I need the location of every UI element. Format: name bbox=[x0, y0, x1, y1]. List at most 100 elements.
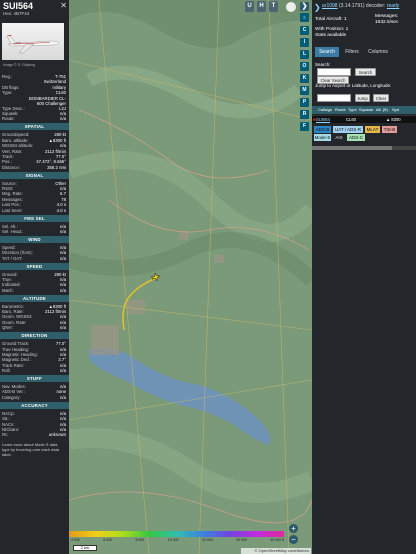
sidebar-header: SUI564 Hex: 4B7F44 ✕ bbox=[0, 0, 69, 19]
db-flags-label: DB flags: bbox=[2, 84, 20, 90]
chevron-down-icon[interactable]: ≡ bbox=[300, 13, 309, 22]
version-link[interactable]: ar1098 bbox=[322, 3, 338, 9]
map-button-m[interactable]: M bbox=[300, 86, 309, 95]
map-button-l[interactable]: L bbox=[300, 50, 309, 59]
spatial-row-value: 280 kt bbox=[54, 132, 66, 138]
direction-row: Track Rate: n/a bbox=[2, 363, 66, 368]
decoder-status-link[interactable]: ready bbox=[387, 3, 400, 9]
map-attribution[interactable]: © OpenStreetMap contributors. bbox=[241, 548, 311, 554]
search-input[interactable] bbox=[317, 68, 351, 76]
squawk-value: n/a bbox=[60, 111, 66, 116]
aircraft-type-value: CL60 bbox=[55, 90, 66, 96]
section-accuracy[interactable]: ACCURACY bbox=[0, 401, 69, 409]
section-spatial[interactable]: SPATIAL bbox=[0, 123, 69, 131]
stuff-row-label: ADS-B Ver.: bbox=[2, 389, 25, 395]
stuff-row-label: Category: bbox=[2, 394, 21, 400]
wind-row: Speed: n/a bbox=[2, 245, 66, 250]
row-callsign[interactable]: SUI564 bbox=[316, 116, 346, 123]
stuff-row-value: none bbox=[56, 389, 66, 395]
map-button-o[interactable]: O bbox=[300, 62, 309, 71]
spatial-row: Vert. Rate: 2112 ft/min bbox=[2, 149, 66, 154]
aircraft-photo[interactable] bbox=[2, 23, 64, 60]
spatial-row-label: Vert. Rate: bbox=[2, 148, 23, 154]
signal-row: Last Pos.: 4.0 s bbox=[2, 202, 66, 207]
section-altitude[interactable]: ALTITUDE bbox=[0, 294, 69, 302]
photo-credit: Image © G. Rajberg bbox=[3, 63, 36, 67]
signal-row-value: Other bbox=[55, 180, 66, 186]
spatial-row-label: Groundspeed: bbox=[2, 132, 30, 138]
signal-row-value: n/a bbox=[60, 186, 66, 191]
spatial-row: Distance: 358.2 nmi bbox=[2, 165, 66, 170]
chevron-right-icon[interactable]: ❯ bbox=[314, 3, 321, 12]
column-header[interactable]: Callsign bbox=[316, 106, 333, 114]
stuff-row-value: n/a bbox=[60, 394, 66, 400]
table-row[interactable]: ■ SUI564 CL60 ▲ 8300 bbox=[312, 115, 416, 123]
clear-button[interactable]: Clear bbox=[373, 94, 389, 102]
tab-filters[interactable]: Filters bbox=[341, 47, 363, 57]
wind-row: TAT / OAT: n/a bbox=[2, 256, 66, 261]
jump-input[interactable] bbox=[317, 94, 351, 102]
signal-row-value: 6.7 bbox=[60, 191, 66, 197]
section-stuff[interactable]: STUFF bbox=[0, 375, 69, 382]
squawk-label: Squawk: bbox=[2, 111, 19, 116]
zoom-in-button[interactable]: + bbox=[289, 524, 298, 533]
section-fmssel[interactable]: FMS SEL bbox=[0, 214, 69, 222]
direction-row-value: n/a bbox=[60, 351, 66, 357]
horizontal-scrollbar[interactable] bbox=[312, 146, 416, 150]
map-button-i[interactable]: I bbox=[300, 38, 309, 47]
spatial-row: Baro. altitude: ▲8300 ft bbox=[2, 138, 66, 143]
jump-button[interactable]: Jump bbox=[355, 94, 370, 102]
tab-search[interactable]: Search bbox=[315, 47, 339, 57]
accuracy-row-value: n/a bbox=[60, 426, 66, 432]
with-position: With Position: 1 bbox=[315, 27, 349, 32]
map-button-r[interactable]: R bbox=[300, 110, 309, 119]
spatial-row: Groundspeed: 280 kt bbox=[2, 132, 66, 137]
signal-row: Messages: 78 bbox=[2, 197, 66, 202]
close-icon[interactable]: ✕ bbox=[60, 1, 67, 10]
table-header: Callsign Route Type Squawk Alt. (ft) Spd bbox=[312, 106, 416, 114]
section-speed[interactable]: SPEED bbox=[0, 262, 69, 270]
column-header[interactable]: Alt. (ft) bbox=[374, 106, 390, 114]
column-header[interactable]: Route bbox=[333, 106, 346, 114]
signal-row-value: 4.0 s bbox=[56, 207, 66, 213]
altitude-row-label: Baro. Rate: bbox=[2, 309, 24, 314]
signal-row-label: Source: bbox=[2, 180, 17, 186]
fmssel-row-label: Sel. Head.: bbox=[2, 228, 24, 234]
direction-row-value: n/a bbox=[60, 362, 66, 368]
tab-columns[interactable]: Columns bbox=[365, 47, 391, 57]
stats-available[interactable]: Stats available bbox=[315, 33, 346, 38]
map-button-p[interactable]: P bbox=[300, 98, 309, 107]
map-button-h[interactable]: H bbox=[257, 1, 266, 12]
speed-row-label: Mach: bbox=[2, 287, 14, 293]
section-wind[interactable]: WIND bbox=[0, 235, 69, 243]
map-button-t[interactable]: T bbox=[269, 1, 278, 12]
map-canvas[interactable] bbox=[69, 0, 312, 554]
direction-row-label: Ground Track: bbox=[2, 341, 30, 347]
zoom-out-button[interactable]: − bbox=[289, 535, 298, 544]
column-header[interactable]: Squawk bbox=[357, 106, 374, 114]
column-header[interactable]: Type bbox=[346, 106, 357, 114]
map-button-k[interactable]: K bbox=[300, 74, 309, 83]
section-direction[interactable]: DIRECTION bbox=[0, 332, 69, 340]
column-header[interactable]: Spd bbox=[390, 106, 400, 114]
direction-row: Magnetic Heading: n/a bbox=[2, 352, 66, 357]
hex-code: Hex: 4B7F44 bbox=[3, 11, 30, 16]
country: Switzerland bbox=[2, 79, 66, 84]
altitude-row: Baro. Rate: 2112 ft/min bbox=[2, 309, 66, 314]
map-view[interactable]: U H T ❯ ≡ C I L O K M P R F + − 4 000 6 … bbox=[69, 0, 312, 554]
version-text: (3.14.1791) decoder: bbox=[337, 3, 387, 9]
map-button-u[interactable]: U bbox=[245, 1, 254, 12]
direction-row: True Heading: n/a bbox=[2, 347, 66, 352]
tab-toggle-icon[interactable]: ❯ bbox=[300, 2, 309, 11]
map-button-c[interactable]: C bbox=[300, 26, 309, 35]
legend-label: 8 000 bbox=[135, 538, 145, 542]
scrollbar-thumb[interactable] bbox=[312, 146, 392, 150]
section-signal[interactable]: SIGNAL bbox=[0, 171, 69, 179]
accuracy-row-label: NACp: bbox=[2, 410, 15, 416]
search-button[interactable]: Search bbox=[355, 68, 376, 76]
direction-row-label: True Heading: bbox=[2, 346, 30, 352]
direction-row-label: Magnetic Decl.: bbox=[2, 357, 32, 363]
registration-value: T-751 bbox=[55, 74, 66, 79]
settings-icon[interactable] bbox=[286, 2, 296, 12]
map-button-f[interactable]: F bbox=[300, 122, 309, 131]
